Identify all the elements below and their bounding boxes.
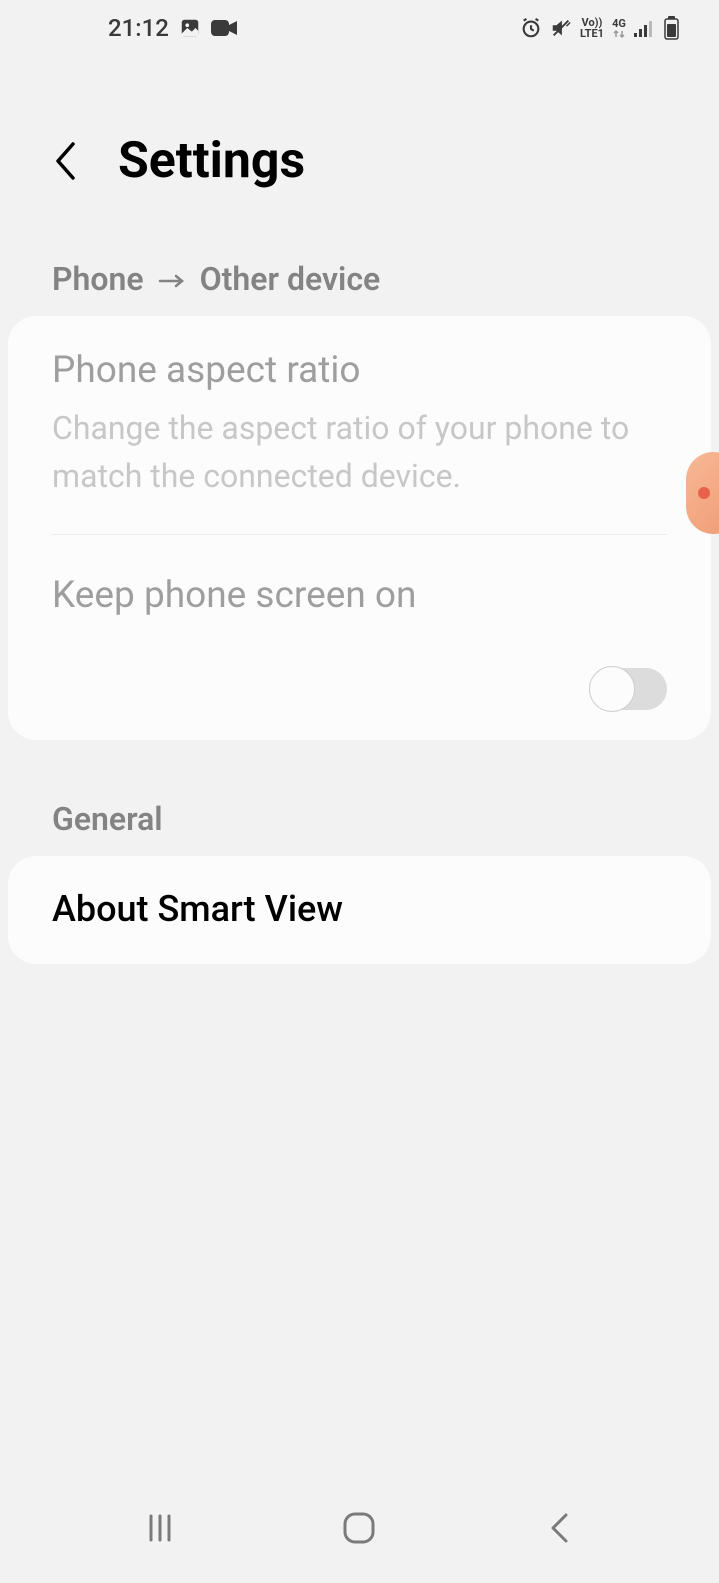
status-time: 21:12	[108, 14, 169, 42]
setting-title: About Smart View	[52, 888, 667, 930]
toggle-container	[8, 658, 711, 740]
section-header-mirroring: Phone Other device	[0, 230, 719, 316]
settings-card-general: About Smart View	[8, 856, 711, 964]
back-button[interactable]	[50, 140, 80, 182]
status-left: 21:12	[108, 14, 237, 42]
network-gen-indicator: 4G	[612, 18, 626, 39]
setting-title: Keep phone screen on	[52, 573, 667, 619]
mute-vibrate-icon	[550, 17, 572, 39]
volte-indicator: Vo)) LTE1	[580, 17, 604, 39]
arrow-right-icon	[158, 260, 186, 298]
video-icon	[211, 18, 237, 38]
toggle-thumb	[589, 666, 635, 712]
screen-recorder-indicator[interactable]	[686, 452, 719, 534]
recents-button[interactable]	[120, 1503, 200, 1553]
section-header-general: General	[0, 740, 719, 856]
setting-aspect-ratio[interactable]: Phone aspect ratio Change the aspect rat…	[8, 316, 711, 534]
home-button[interactable]	[319, 1503, 399, 1553]
setting-title: Phone aspect ratio	[52, 348, 667, 394]
section-label-from: Phone	[52, 260, 144, 298]
setting-subtitle: Change the aspect ratio of your phone to…	[52, 404, 667, 500]
image-icon	[179, 17, 201, 39]
status-right: Vo)) LTE1 4G	[520, 16, 679, 40]
settings-card-mirroring: Phone aspect ratio Change the aspect rat…	[8, 316, 711, 740]
status-bar: 21:12 Vo)) LTE1 4G	[0, 0, 719, 52]
navigation-bar	[0, 1493, 719, 1583]
app-header: Settings	[0, 52, 719, 230]
section-label: General	[52, 800, 163, 838]
setting-keep-screen-on[interactable]: Keep phone screen on	[8, 535, 711, 657]
alarm-icon	[520, 17, 542, 39]
keep-screen-on-toggle[interactable]	[589, 668, 667, 710]
page-title: Settings	[118, 132, 305, 190]
section-label-to: Other device	[200, 260, 381, 298]
back-nav-button[interactable]	[519, 1503, 599, 1553]
battery-icon	[664, 16, 679, 40]
signal-icon	[634, 19, 656, 37]
setting-about-smart-view[interactable]: About Smart View	[8, 856, 711, 964]
